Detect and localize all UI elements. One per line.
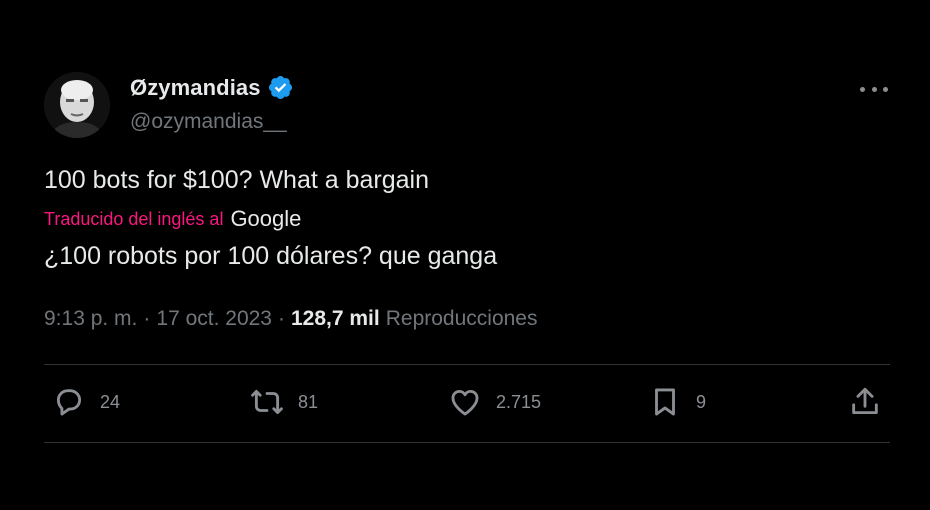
tweet: Øzymandias @ozymandias__ 100 bots for $1…: [0, 0, 930, 510]
avatar[interactable]: [44, 72, 110, 138]
tweet-date[interactable]: 17 oct. 2023: [156, 307, 272, 331]
bookmark-count: 9: [696, 391, 707, 412]
translation-attribution: Traducido del inglés al Google: [44, 206, 301, 232]
repost-icon: [251, 389, 283, 415]
like-count: 2.715: [496, 391, 542, 412]
repost-count: 81: [298, 391, 319, 412]
like-button[interactable]: 2.715: [448, 385, 541, 419]
more-options-icon[interactable]: [860, 84, 888, 94]
share-button[interactable]: [848, 385, 882, 419]
meta-separator: ·: [277, 307, 285, 330]
views-label: Reproducciones: [385, 307, 538, 330]
display-name-row: Øzymandias: [130, 74, 294, 101]
share-icon: [852, 387, 878, 415]
translated-text: ¿100 robots por 100 dólares? que ganga: [44, 242, 498, 270]
verified-badge-icon[interactable]: [267, 74, 294, 101]
user-handle[interactable]: @ozymandias__: [130, 110, 287, 134]
reply-button[interactable]: 24: [52, 385, 120, 419]
divider-top: [44, 364, 890, 365]
repost-button[interactable]: 81: [250, 385, 318, 419]
meta-separator: ·: [143, 307, 151, 330]
reply-count: 24: [100, 391, 121, 412]
bookmark-button[interactable]: 9: [648, 385, 706, 419]
tweet-text: 100 bots for $100? What a bargain: [44, 166, 429, 194]
bookmark-icon: [655, 388, 675, 416]
heart-icon: [451, 389, 479, 416]
views-count[interactable]: 128,7 mil: [291, 307, 380, 331]
translation-label[interactable]: Traducido del inglés al: [44, 209, 223, 230]
reply-icon: [56, 389, 82, 416]
tweet-meta: 9:13 p. m. · 17 oct. 2023 · 128,7 mil Re…: [44, 307, 537, 331]
display-name[interactable]: Øzymandias: [130, 75, 261, 101]
divider-bottom: [44, 442, 890, 443]
tweet-time[interactable]: 9:13 p. m.: [44, 307, 137, 331]
google-logo: Google: [230, 206, 302, 231]
